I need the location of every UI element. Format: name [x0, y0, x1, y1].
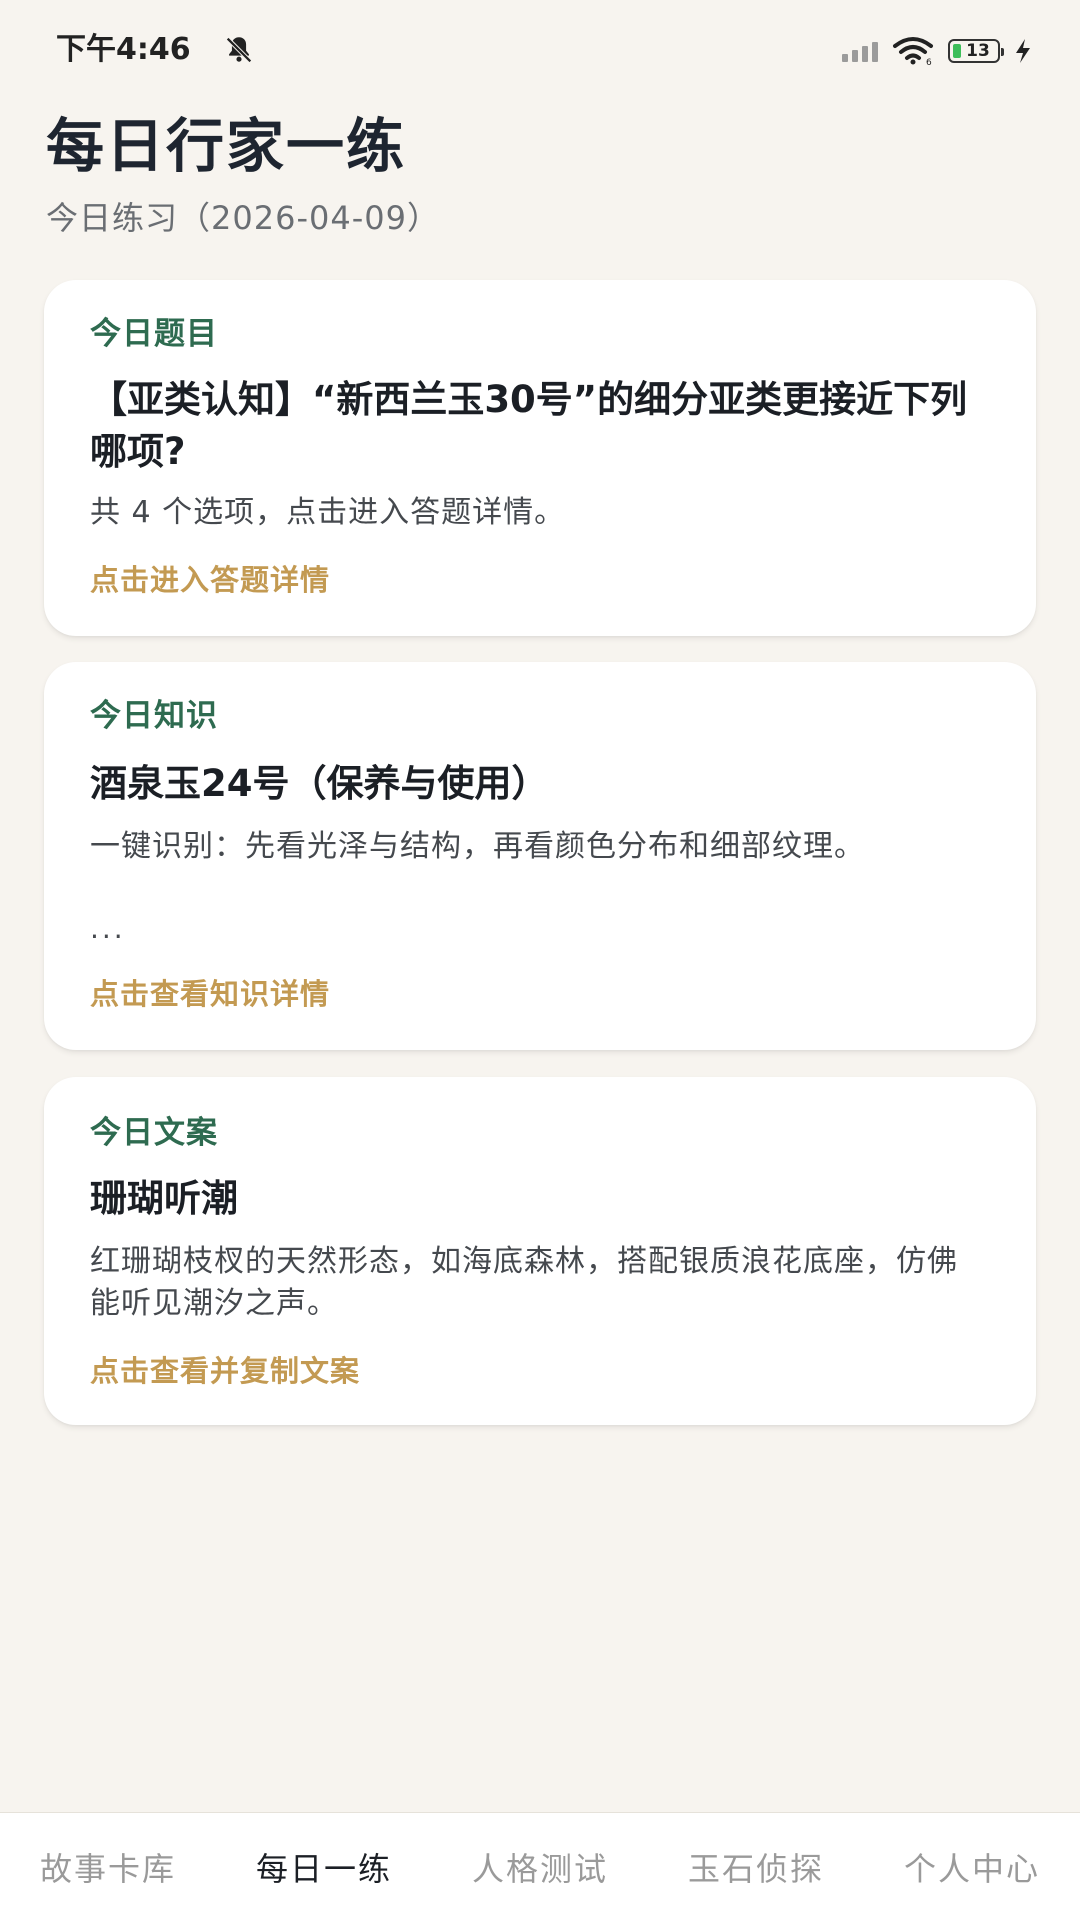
battery-fill: [953, 44, 961, 58]
svg-text:6: 6: [926, 58, 932, 66]
signal-icon: [842, 40, 878, 62]
knowledge-ellipsis: ...: [90, 912, 126, 945]
copywriting-text: 红珊瑚枝杈的天然形态，如海底森林，搭配银质浪花底座，仿佛能听见潮汐之声。: [90, 1244, 958, 1321]
tab-story-cards[interactable]: 故事卡库: [0, 1813, 216, 1920]
card-label: 今日文案: [90, 1115, 218, 1151]
open-question-link[interactable]: 点击进入答题详情: [90, 560, 330, 600]
copy-text-link[interactable]: 点击查看并复制文案: [90, 1351, 360, 1391]
charging-icon: [1016, 39, 1030, 63]
knowledge-title: 酒泉玉24号（保养与使用）: [90, 762, 549, 805]
knowledge-summary: 一键识别：先看光泽与结构，再看颜色分布和细部纹理。: [90, 829, 865, 864]
knowledge-card[interactable]: 今日知识 酒泉玉24号（保养与使用） 一键识别：先看光泽与结构，再看颜色分布和细…: [44, 662, 1036, 1050]
question-title: 【亚类认知】“新西兰玉30号”的细分亚类更接近下列哪项?: [90, 378, 968, 473]
copywriting-title: 珊瑚听潮: [90, 1177, 238, 1220]
tab-profile[interactable]: 个人中心: [864, 1813, 1080, 1920]
tab-jade-detective[interactable]: 玉石侦探: [648, 1813, 864, 1920]
battery-icon: 13: [948, 39, 1004, 63]
question-summary: 共 4 个选项，点击进入答题详情。: [90, 495, 566, 530]
tab-daily-practice[interactable]: 每日一练: [216, 1813, 432, 1920]
card-label: 今日题目: [90, 316, 218, 352]
bottom-tab-bar: 故事卡库 每日一练 人格测试 玉石侦探 个人中心: [0, 1812, 1080, 1920]
battery-level: 13: [966, 41, 990, 61]
status-time: 下午4:46: [56, 32, 191, 67]
status-bar: 下午4:46 6 13: [0, 0, 1080, 100]
app-screen: 下午4:46 6 13 每日行家一练 今日练习（2026-04-09） 今日题目…: [0, 0, 1080, 1920]
wifi-icon: 6: [893, 37, 933, 66]
status-icons: 6 13: [842, 34, 1032, 68]
page-subtitle: 今日练习（2026-04-09）: [46, 199, 440, 237]
tab-personality-test[interactable]: 人格测试: [432, 1813, 648, 1920]
question-card[interactable]: 今日题目 【亚类认知】“新西兰玉30号”的细分亚类更接近下列哪项? 共 4 个选…: [44, 280, 1036, 636]
open-knowledge-link[interactable]: 点击查看知识详情: [90, 974, 330, 1014]
bell-off-icon: [226, 37, 252, 63]
page-title: 每日行家一练: [46, 112, 407, 180]
card-label: 今日知识: [90, 698, 218, 734]
copywriting-card[interactable]: 今日文案 珊瑚听潮 红珊瑚枝杈的天然形态，如海底森林，搭配银质浪花底座，仿佛能听…: [44, 1077, 1036, 1425]
